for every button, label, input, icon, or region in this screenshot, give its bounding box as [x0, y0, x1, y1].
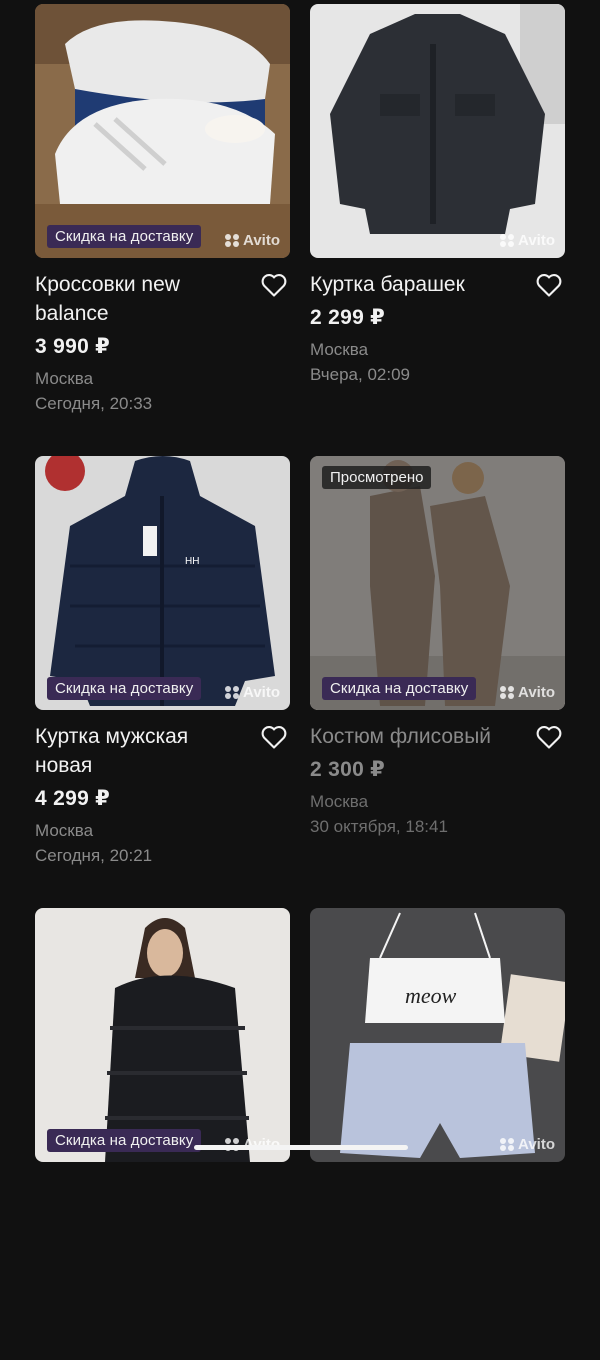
listing-date: 30 октября, 18:41 — [310, 817, 448, 836]
listing-city: Москва — [310, 792, 369, 811]
delivery-discount-badge: Скидка на доставку — [47, 677, 202, 700]
listing-date: Вчера, 02:09 — [310, 365, 410, 384]
avito-watermark: Avito — [225, 232, 280, 249]
listing-city: Москва — [35, 369, 94, 388]
avito-watermark: Avito — [500, 684, 555, 701]
svg-text:meow: meow — [405, 983, 457, 1008]
listing-photo-sneakers[interactable]: Скидка на доставку Avito — [35, 4, 290, 258]
svg-text:HH: HH — [185, 556, 199, 567]
listing-photo-puffer-jacket[interactable]: Скидка на доставку Avito — [35, 908, 290, 1162]
avito-watermark: Avito — [500, 232, 555, 249]
heart-outline-icon[interactable] — [535, 272, 563, 298]
listing-card[interactable]: meow Avito — [310, 908, 565, 1360]
listing-card-viewed[interactable]: Просмотрено Скидка на доставку Avito Кос… — [310, 456, 565, 908]
listing-city: Москва — [310, 340, 369, 359]
listing-title[interactable]: Костюм флисовый — [310, 722, 520, 751]
listing-price: 2 300 ₽ — [310, 758, 386, 781]
listing-photo-mens-jacket[interactable]: HH Скидка на доставку Avito — [35, 456, 290, 710]
listing-card[interactable]: Скидка на доставку Avito — [35, 908, 290, 1360]
listing-date: Сегодня, 20:21 — [35, 846, 153, 865]
heart-outline-icon[interactable] — [535, 724, 563, 750]
listing-title[interactable]: Куртка мужская новая — [35, 722, 245, 780]
viewed-badge: Просмотрено — [322, 466, 432, 489]
listing-title[interactable]: Куртка барашек — [310, 270, 520, 299]
delivery-discount-badge: Скидка на доставку — [47, 225, 202, 248]
delivery-discount-badge: Скидка на доставку — [47, 1129, 202, 1152]
listing-photo-pajama-set[interactable]: meow Avito — [310, 908, 565, 1162]
listing-photo-jacket[interactable]: Avito — [310, 4, 565, 258]
listing-photo-fleece-suit[interactable]: Просмотрено Скидка на доставку Avito — [310, 456, 565, 710]
avito-watermark: Avito — [225, 684, 280, 701]
delivery-discount-badge: Скидка на доставку — [322, 677, 477, 700]
home-indicator[interactable] — [194, 1145, 408, 1150]
listing-title[interactable]: Кроссовки new balance — [35, 270, 245, 328]
listing-price: 4 299 ₽ — [35, 787, 111, 810]
listing-city: Москва — [35, 821, 94, 840]
listing-price: 3 990 ₽ — [35, 335, 111, 358]
listing-price: 2 299 ₽ — [310, 306, 386, 329]
heart-outline-icon[interactable] — [260, 724, 288, 750]
listing-card[interactable]: Avito Куртка барашек 2 299 ₽ Москва Вчер… — [310, 4, 565, 456]
listing-card[interactable]: HH Скидка на доставку Avito Куртка мужск… — [35, 456, 290, 908]
listing-date: Сегодня, 20:33 — [35, 394, 153, 413]
heart-outline-icon[interactable] — [260, 272, 288, 298]
viewed-overlay — [310, 456, 565, 710]
listing-card[interactable]: Скидка на доставку Avito Кроссовки new b… — [35, 4, 290, 456]
listings-grid: Скидка на доставку Avito Кроссовки new b… — [35, 4, 565, 1360]
avito-watermark: Avito — [500, 1136, 555, 1153]
